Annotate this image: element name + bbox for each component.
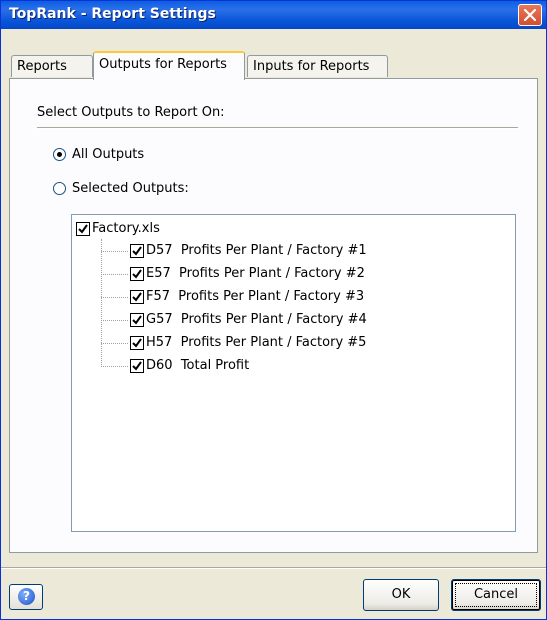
help-button[interactable]: ? — [9, 584, 43, 610]
tree-item[interactable]: D60 Total Profit — [130, 358, 249, 373]
tree-item-checkbox[interactable] — [130, 289, 144, 304]
checkmark-icon — [78, 223, 88, 234]
tree-item[interactable]: F57 Profits Per Plant / Factory #3 — [130, 289, 364, 304]
footer-separator — [1, 567, 546, 569]
ok-button-label: OK — [391, 587, 411, 602]
tree-item-checkbox[interactable] — [130, 312, 144, 327]
radio-all-outputs-button[interactable] — [53, 148, 66, 161]
tab-outputs-for-reports[interactable]: Outputs for Reports — [93, 51, 245, 80]
ok-button[interactable]: OK — [363, 579, 439, 611]
radio-selected-outputs[interactable]: Selected Outputs: — [53, 181, 189, 196]
tree-item-label: E57 Profits Per Plant / Factory #2 — [146, 266, 365, 281]
radio-selected-outputs-button[interactable] — [53, 182, 66, 195]
checkmark-icon — [132, 337, 142, 348]
tree-connector — [101, 366, 128, 367]
focus-rect — [455, 583, 537, 607]
tree-connector — [101, 297, 128, 298]
window-title: TopRank - Report Settings — [9, 6, 216, 22]
checkmark-icon — [132, 268, 142, 279]
tree-item-checkbox[interactable] — [130, 243, 144, 258]
tree-connector — [101, 251, 128, 252]
tree-connector — [101, 343, 128, 344]
tree-item-label: G57 Profits Per Plant / Factory #4 — [146, 312, 367, 327]
report-settings-dialog: TopRank - Report Settings Reports Output… — [0, 0, 547, 620]
tab-inputs-for-reports[interactable]: Inputs for Reports — [247, 55, 388, 77]
tree-connector — [101, 274, 128, 275]
tab-outputs-label: Outputs for Reports — [99, 57, 227, 72]
section-separator — [37, 127, 518, 129]
tree-root-factory[interactable]: Factory.xls — [76, 221, 160, 236]
tab-reports-label: Reports — [17, 59, 67, 74]
tree-item[interactable]: E57 Profits Per Plant / Factory #2 — [130, 266, 365, 281]
tree-item-checkbox[interactable] — [130, 266, 144, 281]
tree-item[interactable]: D57 Profits Per Plant / Factory #1 — [130, 243, 367, 258]
tree-root-checkbox[interactable] — [76, 221, 90, 236]
outputs-tree[interactable]: Factory.xls D57 Profits Per Plant / Fact… — [71, 214, 516, 532]
checkmark-icon — [132, 245, 142, 256]
tree-item-label: H57 Profits Per Plant / Factory #5 — [146, 335, 367, 350]
tree-item-checkbox[interactable] — [130, 358, 144, 373]
help-icon: ? — [18, 588, 35, 605]
tree-item-label: F57 Profits Per Plant / Factory #3 — [146, 289, 365, 304]
tree-item[interactable]: H57 Profits Per Plant / Factory #5 — [130, 335, 366, 350]
close-icon — [524, 9, 536, 21]
tree-item[interactable]: G57 Profits Per Plant / Factory #4 — [130, 312, 367, 327]
tab-inputs-label: Inputs for Reports — [253, 59, 370, 74]
tab-reports[interactable]: Reports — [11, 55, 93, 77]
cancel-button[interactable]: Cancel — [451, 579, 541, 611]
section-label: Select Outputs to Report On: — [37, 105, 225, 120]
tree-connector — [101, 320, 128, 321]
title-bar[interactable]: TopRank - Report Settings — [1, 1, 546, 29]
radio-selected-outputs-label: Selected Outputs: — [72, 181, 189, 196]
tree-root-label: Factory.xls — [92, 221, 160, 236]
checkmark-icon — [132, 291, 142, 302]
radio-all-outputs-label: All Outputs — [72, 147, 145, 162]
checkmark-icon — [132, 360, 142, 371]
tree-item-label: D57 Profits Per Plant / Factory #1 — [146, 243, 367, 258]
close-button[interactable] — [518, 4, 542, 26]
checkmark-icon — [132, 314, 142, 325]
radio-all-outputs[interactable]: All Outputs — [53, 147, 144, 162]
tree-item-label: D60 Total Profit — [146, 358, 250, 373]
tree-item-checkbox[interactable] — [130, 335, 144, 350]
tree-connector — [101, 239, 102, 367]
